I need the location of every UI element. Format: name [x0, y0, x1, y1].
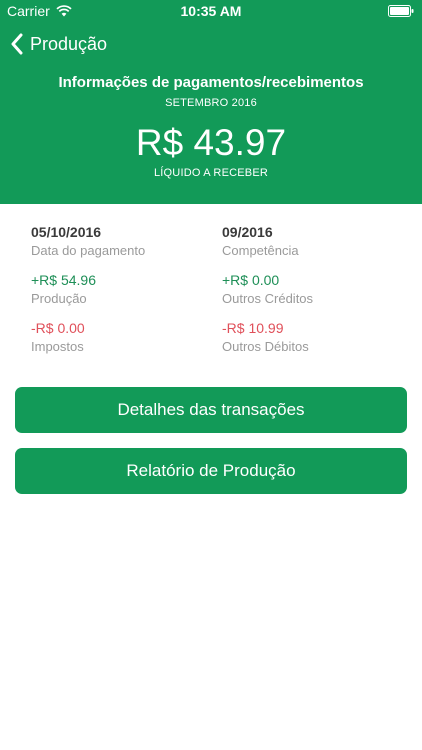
status-bar: Carrier 10:35 AM: [0, 0, 422, 22]
production-report-button[interactable]: Relatório de Produção: [15, 448, 407, 494]
summary-header: Carrier 10:35 AM Produção Informações de…: [0, 0, 422, 204]
other-debits-value: -R$ 10.99: [222, 320, 284, 336]
competence-value: 09/2016: [222, 224, 273, 240]
navigation-bar: Produção: [0, 22, 422, 66]
back-button[interactable]: Produção: [10, 31, 107, 57]
taxes-label: Impostos: [31, 339, 84, 354]
competence-label: Competência: [222, 243, 299, 258]
status-time: 10:35 AM: [180, 3, 242, 19]
taxes-value: -R$ 0.00: [31, 320, 85, 336]
transaction-details-button[interactable]: Detalhes das transações: [15, 387, 407, 433]
other-credits-label: Outros Créditos: [222, 291, 314, 306]
details-right-column: 09/2016 Competência +R$ 0.00 Outros Créd…: [222, 222, 402, 366]
battery-icon: [388, 5, 414, 17]
page-title: Informações de pagamentos/recebimentos: [58, 74, 364, 91]
payment-date-label: Data do pagamento: [31, 243, 146, 258]
details-left-column: 05/10/2016 Data do pagamento +R$ 54.96 P…: [31, 222, 201, 366]
period-label: SETEMBRO 2016: [165, 97, 257, 109]
other-credits-value: +R$ 0.00: [222, 272, 280, 288]
net-amount: R$ 43.97: [135, 122, 287, 163]
production-value: +R$ 54.96: [31, 272, 96, 288]
other-debits-label: Outros Débitos: [222, 339, 309, 354]
net-amount-caption: LÍQUIDO A RECEBER: [153, 167, 269, 179]
chevron-left-icon: [11, 33, 23, 55]
back-label: Produção: [30, 33, 108, 54]
payment-date-value: 05/10/2016: [31, 224, 102, 240]
production-label: Produção: [31, 291, 87, 306]
